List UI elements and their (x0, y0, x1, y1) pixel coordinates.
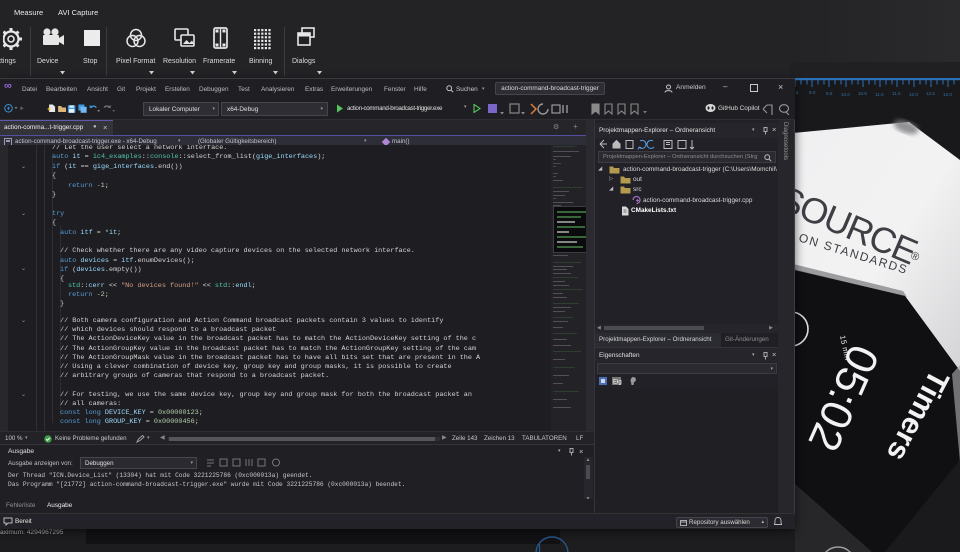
svg-text:11.5: 11.5 (892, 91, 901, 96)
svg-text:12.5: 12.5 (926, 91, 935, 96)
svg-text:9.5: 9.5 (826, 91, 833, 96)
svg-text:11.0: 11.0 (875, 92, 884, 97)
svg-text:9.0: 9.0 (809, 90, 816, 95)
svg-text:10.5: 10.5 (858, 91, 867, 96)
svg-text:13.0: 13.0 (943, 92, 952, 97)
svg-text:Eig: Eig (613, 380, 622, 386)
svg-text:12.0: 12.0 (909, 92, 918, 97)
svg-text:10.0: 10.0 (841, 92, 850, 97)
